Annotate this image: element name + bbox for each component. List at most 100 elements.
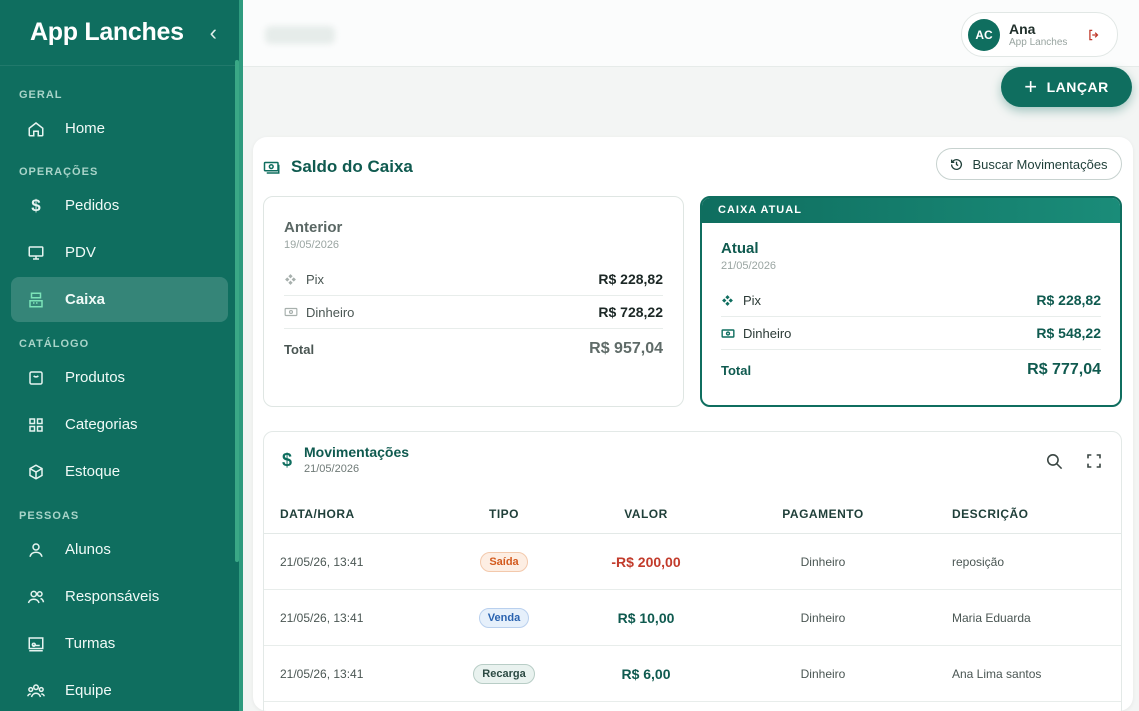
- app-title: App Lanches: [30, 18, 184, 46]
- caixa-title: Saldo do Caixa: [291, 157, 413, 176]
- pix-icon: [721, 293, 735, 307]
- banknote-icon: [721, 326, 735, 340]
- movements-header: $ Movimentações 21/05/2026: [282, 444, 409, 475]
- section-catalogo: CATÁLOGO: [19, 338, 90, 350]
- chevron-left-icon[interactable]: ‹: [210, 21, 217, 44]
- previous-cash-label: Dinheiro: [306, 304, 355, 320]
- current-total-row: Total R$ 777,04: [721, 350, 1101, 390]
- cell-datetime: 21/05/26, 13:41: [280, 666, 364, 681]
- current-cash-label: Dinheiro: [743, 325, 792, 341]
- table-row[interactable]: 21/05/26, 13:41 Venda R$ 10,00 Dinheiro …: [264, 590, 1121, 646]
- column-datetime[interactable]: DATA/HORA: [264, 507, 424, 521]
- sidebar-item-caixa[interactable]: Caixa: [11, 277, 228, 322]
- search-movements-label: Buscar Movimentações: [972, 156, 1108, 172]
- user-icon: [25, 539, 47, 561]
- user-name: Ana: [1009, 20, 1036, 37]
- current-cash-value: R$ 548,22: [1036, 325, 1101, 341]
- class-icon: [25, 633, 47, 655]
- column-description[interactable]: DESCRIÇÃO: [938, 507, 1121, 521]
- column-payment[interactable]: PAGAMENTO: [708, 507, 938, 521]
- sidebar-item-label: Categorias: [65, 416, 138, 433]
- sidebar-item-label: Caixa: [65, 291, 106, 308]
- cell-payment: Dinheiro: [800, 666, 846, 681]
- topbar: AC Ana App Lanches: [243, 0, 1139, 67]
- sidebar-item-equipe[interactable]: Equipe: [11, 668, 228, 711]
- column-type[interactable]: TIPO: [424, 507, 584, 521]
- previous-pix-row: Pix R$ 228,82: [284, 263, 663, 296]
- plus-icon: +: [1024, 74, 1038, 99]
- box-icon: [25, 461, 47, 483]
- sidebar: App Lanches ‹ GERAL Home OPERAÇÕES $ Ped…: [0, 0, 243, 711]
- type-badge: Saída: [480, 551, 528, 572]
- section-operacoes: OPERAÇÕES: [19, 166, 99, 178]
- sidebar-item-estoque[interactable]: Estoque: [11, 449, 228, 494]
- sidebar-item-responsaveis[interactable]: Responsáveis: [11, 574, 228, 619]
- section-pessoas: PESSOAS: [19, 510, 80, 522]
- type-badge: Venda: [478, 607, 530, 628]
- cell-value: R$ 10,00: [617, 609, 675, 626]
- cell-datetime: 21/05/26, 13:41: [280, 610, 364, 625]
- user-subtitle: App Lanches: [1009, 36, 1068, 48]
- movements-panel: $ Movimentações 21/05/2026 DATA/HORA TIP…: [263, 431, 1122, 711]
- user-menu[interactable]: AC Ana App Lanches: [961, 12, 1118, 57]
- user-info: Ana App Lanches: [1009, 21, 1083, 49]
- previous-pix-label: Pix: [306, 271, 325, 287]
- movements-date: 21/05/2026: [304, 463, 360, 475]
- sidebar-item-categorias[interactable]: Categorias: [11, 402, 228, 447]
- sidebar-item-label: Home: [65, 120, 106, 137]
- movements-title: Movimentações: [304, 444, 410, 460]
- sidebar-item-label: Pedidos: [65, 197, 120, 214]
- type-badge: Recarga: [473, 663, 535, 684]
- current-balance-card: CAIXA ATUAL Atual 21/05/2026 Pix R$ 228,…: [700, 196, 1122, 407]
- current-cash-row: Dinheiro R$ 548,22: [721, 317, 1101, 350]
- caixa-card: Saldo do Caixa Buscar Movimentações Ante…: [253, 137, 1133, 711]
- current-pix-value: R$ 228,82: [1036, 292, 1101, 308]
- movements-tools: [1025, 450, 1105, 472]
- sidebar-item-home[interactable]: Home: [11, 106, 228, 151]
- cell-description: reposição: [952, 554, 1005, 569]
- current-pix-label: Pix: [743, 292, 762, 308]
- launch-label: LANÇAR: [1046, 79, 1109, 95]
- dollar-icon: $: [282, 450, 293, 470]
- sidebar-brand: App Lanches ‹: [0, 0, 239, 66]
- column-value[interactable]: VALOR: [584, 507, 708, 521]
- sidebar-item-label: Produtos: [65, 369, 126, 386]
- cell-datetime: 21/05/26, 13:41: [280, 554, 364, 569]
- cell-value: -R$ 200,00: [611, 553, 681, 570]
- fullscreen-icon[interactable]: [1083, 450, 1105, 472]
- banknote-icon: [284, 305, 298, 319]
- current-total-value: R$ 777,04: [1027, 361, 1101, 378]
- previous-cash-value: R$ 728,22: [598, 304, 663, 320]
- current-total-label: Total: [721, 362, 752, 378]
- current-date: 21/05/2026: [721, 260, 777, 272]
- team-icon: [25, 680, 47, 702]
- launch-button[interactable]: + LANÇAR: [1001, 67, 1132, 107]
- current-banner: CAIXA ATUAL: [702, 198, 1120, 223]
- previous-total-value: R$ 957,04: [589, 340, 663, 357]
- cell-payment: Dinheiro: [800, 554, 846, 569]
- monitor-icon: [25, 242, 47, 264]
- section-geral: GERAL: [19, 89, 63, 101]
- sidebar-item-pdv[interactable]: PDV: [11, 230, 228, 275]
- movements-table: DATA/HORA TIPO VALOR PAGAMENTO DESCRIÇÃO…: [264, 494, 1121, 702]
- current-title: Atual: [721, 240, 759, 257]
- logout-icon[interactable]: [1083, 24, 1105, 46]
- grid-icon: [25, 414, 47, 436]
- current-pix-row: Pix R$ 228,82: [721, 284, 1101, 317]
- search-icon[interactable]: [1043, 450, 1065, 472]
- sidebar-item-label: PDV: [65, 244, 96, 261]
- sidebar-item-pedidos[interactable]: $ Pedidos: [11, 183, 228, 228]
- search-movements-button[interactable]: Buscar Movimentações: [936, 148, 1122, 180]
- sidebar-item-alunos[interactable]: Alunos: [11, 527, 228, 572]
- product-icon: [25, 367, 47, 389]
- history-icon: [950, 157, 964, 171]
- table-header: DATA/HORA TIPO VALOR PAGAMENTO DESCRIÇÃO: [264, 494, 1121, 534]
- table-row[interactable]: 21/05/26, 13:41 Saída -R$ 200,00 Dinheir…: [264, 534, 1121, 590]
- sidebar-item-produtos[interactable]: Produtos: [11, 355, 228, 400]
- home-icon: [25, 118, 47, 140]
- sidebar-scrollbar[interactable]: [235, 60, 239, 562]
- page-title-blurred: [265, 26, 335, 44]
- table-row[interactable]: 21/05/26, 13:41 Recarga R$ 6,00 Dinheiro…: [264, 646, 1121, 702]
- previous-cash-row: Dinheiro R$ 728,22: [284, 296, 663, 329]
- sidebar-item-turmas[interactable]: Turmas: [11, 621, 228, 666]
